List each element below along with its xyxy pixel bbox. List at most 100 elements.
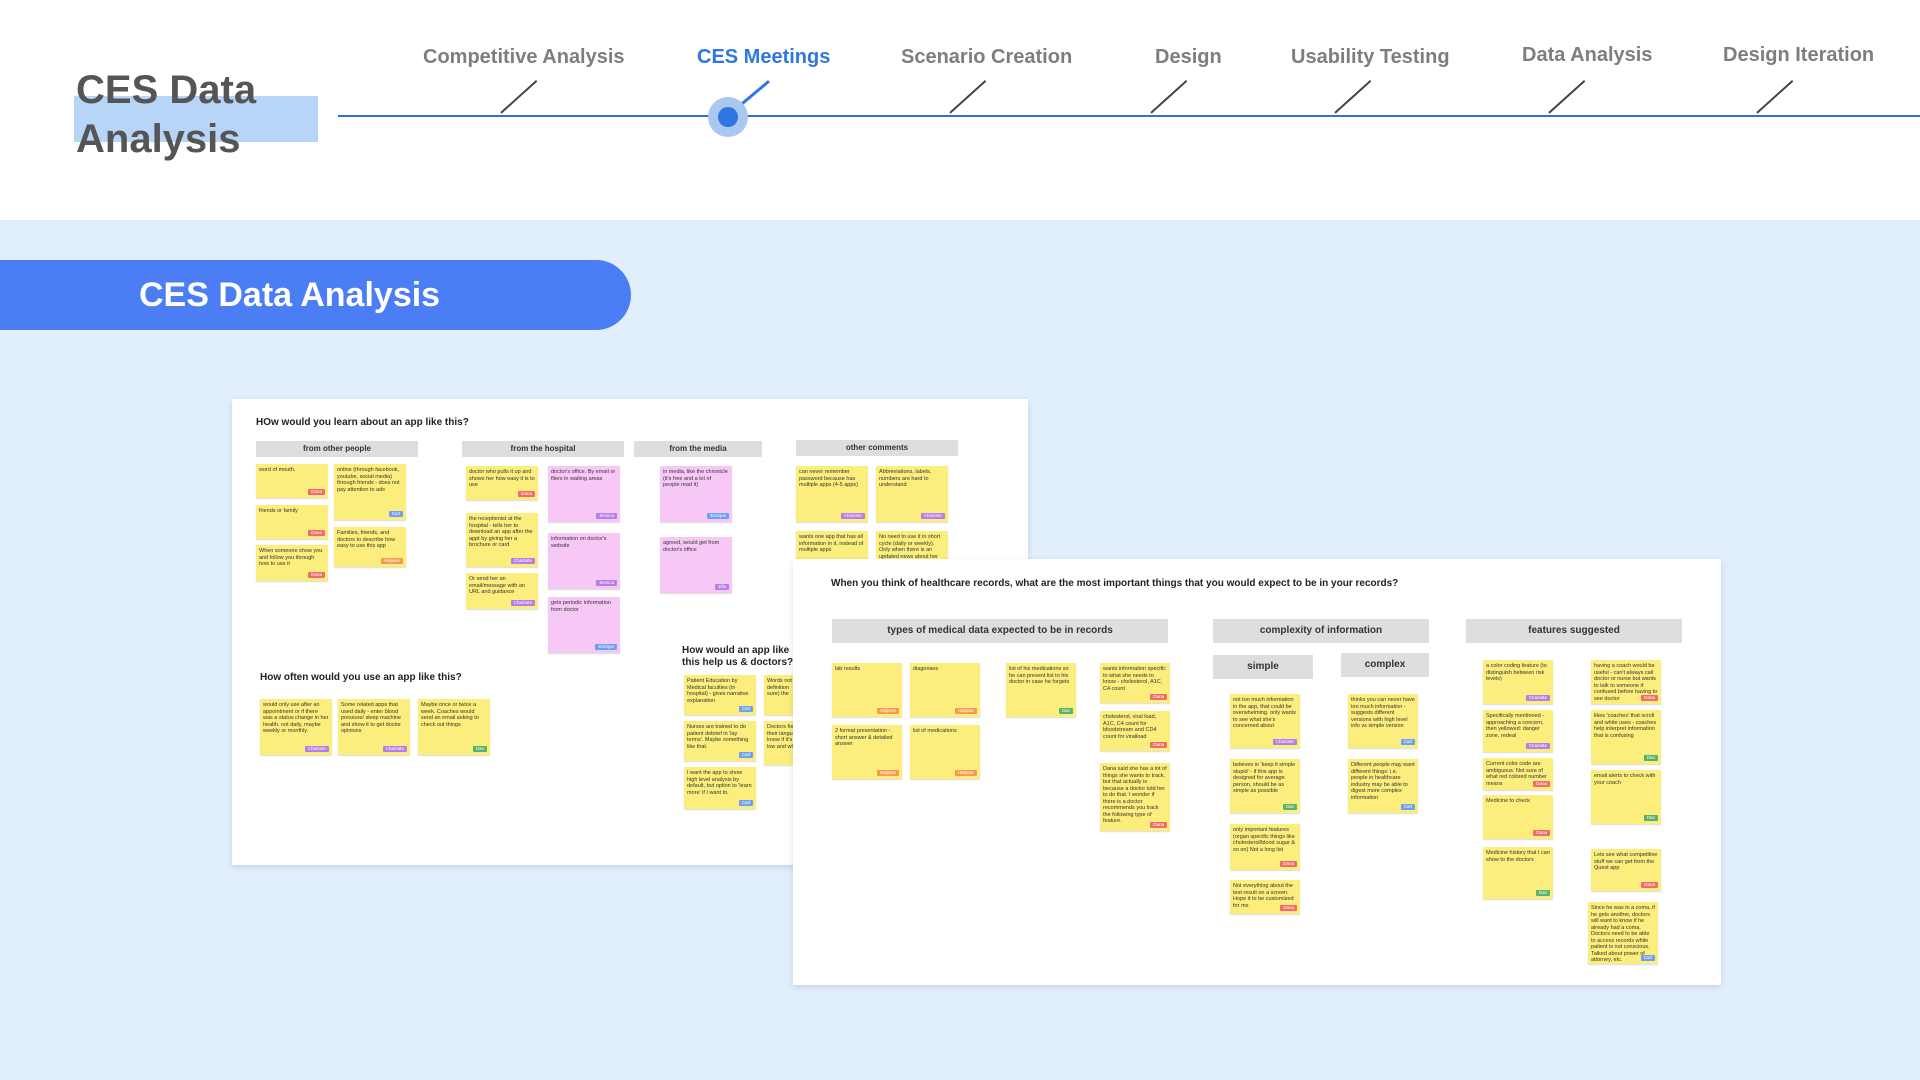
section-title: CES Data Analysis <box>139 276 441 314</box>
sticky-note[interactable]: Some related apps that used daily - ente… <box>338 699 410 755</box>
note-text: Maybe once or twice a week. Coaches woul… <box>421 702 479 728</box>
note-text: thinks you can never have too much infor… <box>1351 697 1415 729</box>
sticky-note[interactable]: 2 format presentation - short answer & d… <box>832 725 902 779</box>
sticky-note[interactable]: would only use after an appointment or i… <box>260 699 332 755</box>
note-text: agreed, would get from doctor's office <box>663 540 720 553</box>
note-text: When someone show you and follow you thr… <box>259 548 323 567</box>
sticky-note[interactable]: not too much information in the app, tha… <box>1230 694 1300 748</box>
note-text: friends or family <box>259 508 298 514</box>
author-tag: Dana <box>1641 882 1658 888</box>
note-text: likes 'coaches' that scroll and white us… <box>1594 713 1657 739</box>
sticky-note[interactable]: thinks you can never have too much infor… <box>1348 694 1418 748</box>
step-competitive-analysis[interactable]: Competitive Analysis <box>423 46 625 69</box>
note-text: list of medications <box>913 728 957 734</box>
sticky-note[interactable]: having a coach would be useful - can't a… <box>1591 660 1661 704</box>
sticky-note[interactable]: Lets see what competitive stuff we can g… <box>1591 849 1661 891</box>
author-tag: Dana <box>1641 695 1658 701</box>
sticky-note[interactable]: can never remember password because has … <box>796 466 868 522</box>
note-text: only important features (organ specific … <box>1233 827 1296 853</box>
sticky-note[interactable]: Maybe once or twice a week. Coaches woul… <box>418 699 490 755</box>
author-tag: Dana <box>308 530 325 536</box>
note-text: Dana said she has a lot of things she wa… <box>1103 766 1167 824</box>
author-tag: Dana <box>1150 742 1167 748</box>
sticky-note[interactable]: doctor's office. By email or fliers in w… <box>548 466 620 522</box>
sticky-note[interactable]: No need to use it in short cycle (daily … <box>876 531 948 561</box>
sticky-note[interactable]: Medicine history that I can show to the … <box>1483 847 1553 899</box>
sticky-note[interactable]: only important features (organ specific … <box>1230 824 1300 870</box>
sticky-note[interactable]: Or send her an email/message with an URL… <box>466 573 538 609</box>
sticky-note[interactable]: Medicine to check Dana <box>1483 795 1553 839</box>
step-design[interactable]: Design <box>1155 46 1222 69</box>
note-text: cholesterol, viral load, A1C, C4 count f… <box>1103 714 1157 740</box>
sticky-note[interactable]: friends or family Dana <box>256 505 328 539</box>
note-text: list of his medications so he can presen… <box>1009 666 1070 685</box>
author-tag: Carl <box>1640 955 1655 961</box>
note-text: would only use after an appointment or i… <box>263 702 329 734</box>
note-text: information on doctor's website <box>551 536 607 549</box>
author-tag: Charlotte <box>920 513 945 519</box>
author-tag: Dan <box>1643 815 1658 821</box>
sticky-note[interactable]: wants one app that has all information i… <box>796 531 868 561</box>
step-data-analysis[interactable]: Data Analysis <box>1522 44 1652 67</box>
sticky-note[interactable]: Dana said she has a lot of things she wa… <box>1100 763 1170 831</box>
author-tag: Dana <box>308 489 325 495</box>
sticky-note[interactable]: Specifically mentioned - approaching a c… <box>1483 710 1553 752</box>
sticky-note[interactable]: the receptionist at the hospital - tells… <box>466 513 538 567</box>
step-usability-testing[interactable]: Usability Testing <box>1291 46 1450 69</box>
sticky-note[interactable]: list of medications Halijean <box>910 725 980 779</box>
note-text: Words not definition sure) the <box>767 678 792 697</box>
sticky-note[interactable]: wants information specific to what she n… <box>1100 663 1170 703</box>
column-header: other comments <box>796 440 958 456</box>
sticky-note[interactable]: email alerts to check with your coach Dan <box>1591 770 1661 824</box>
sticky-note[interactable]: When someone show you and follow you thr… <box>256 545 328 581</box>
sticky-note[interactable]: Current color code are ambiguous. Not su… <box>1483 758 1553 790</box>
sticky-note[interactable]: diagnoses Halijean <box>910 663 980 717</box>
sticky-note[interactable]: agreed, would get from doctor's office El… <box>660 537 732 593</box>
timeline-current-dot <box>718 107 738 127</box>
sticky-note[interactable]: I want the app to show high level analys… <box>684 767 756 809</box>
note-text: gets periodic information from doctor <box>551 600 611 613</box>
column-header: from other people <box>256 441 418 457</box>
note-text: doctor who pulls it up and shows her how… <box>469 469 535 488</box>
note-text: in media, like the chronicle (it's free … <box>663 469 728 488</box>
note-text: a color coding feature (to distinguish b… <box>1486 663 1547 682</box>
content-area: CES Data Analysis HOw would you learn ab… <box>0 220 1920 1080</box>
note-text: online (through facebook, youtube, socia… <box>337 467 400 493</box>
section-banner: CES Data Analysis <box>0 260 631 330</box>
sticky-note[interactable]: Not everything about the test result on … <box>1230 880 1300 914</box>
sticky-note[interactable]: likes 'coaches' that scroll and white us… <box>1591 710 1661 764</box>
sticky-note[interactable]: in media, like the chronicle (it's free … <box>660 466 732 522</box>
sticky-note[interactable]: list of his medications so he can presen… <box>1006 663 1076 717</box>
page-title: CES Data Analysis <box>76 68 257 161</box>
note-text: not too much information in the app, tha… <box>1233 697 1296 729</box>
sticky-note[interactable]: gets periodic information from doctor Enr… <box>548 597 620 653</box>
step-scenario-creation[interactable]: Scenario Creation <box>901 46 1072 69</box>
sticky-note[interactable]: Abbreviations, labels, numbers are hard … <box>876 466 948 522</box>
author-tag: Charlotte <box>1525 695 1550 701</box>
sticky-note[interactable]: information on doctor's website Monica <box>548 533 620 589</box>
sticky-note[interactable]: lab results Halijean <box>832 663 902 717</box>
sticky-note[interactable]: word of mouth. Dana <box>256 464 328 498</box>
sticky-note[interactable]: Nurses are trained to do patient debrief… <box>684 721 756 761</box>
note-text: Medicine to check <box>1486 798 1531 804</box>
step-design-iteration[interactable]: Design Iteration <box>1723 44 1874 67</box>
board-question: When you think of healthcare records, wh… <box>831 578 1399 589</box>
author-tag: Dana <box>1280 905 1297 911</box>
author-tag: Charlotte <box>382 746 407 752</box>
sticky-note[interactable]: Different people may want different thin… <box>1348 759 1418 813</box>
note-text: Specifically mentioned - approaching a c… <box>1486 713 1545 739</box>
subcolumn-header: simple <box>1213 655 1313 679</box>
note-text: Medicine history that I can show to the … <box>1486 850 1550 863</box>
sticky-note[interactable]: a color coding feature (to distinguish b… <box>1483 660 1553 704</box>
sticky-note[interactable]: believes in 'keep it simple stupid' - if… <box>1230 759 1300 813</box>
sticky-note[interactable]: Since he was in a coma, if he gets anoth… <box>1588 902 1658 964</box>
sticky-note[interactable]: Patient Education by Medical faculties (… <box>684 675 756 715</box>
sticky-note[interactable]: Families, friends, and doctors to descri… <box>334 527 406 567</box>
author-tag: Halijean <box>876 770 899 776</box>
sticky-note[interactable]: online (through facebook, youtube, socia… <box>334 464 406 520</box>
sticky-note[interactable]: doctor who pulls it up and shows her how… <box>466 466 538 500</box>
timeline-line <box>338 115 1920 117</box>
step-ces-meetings[interactable]: CES Meetings <box>697 46 830 69</box>
note-text: Different people may want different thin… <box>1351 762 1415 801</box>
sticky-note[interactable]: cholesterol, viral load, A1C, C4 count f… <box>1100 711 1170 751</box>
